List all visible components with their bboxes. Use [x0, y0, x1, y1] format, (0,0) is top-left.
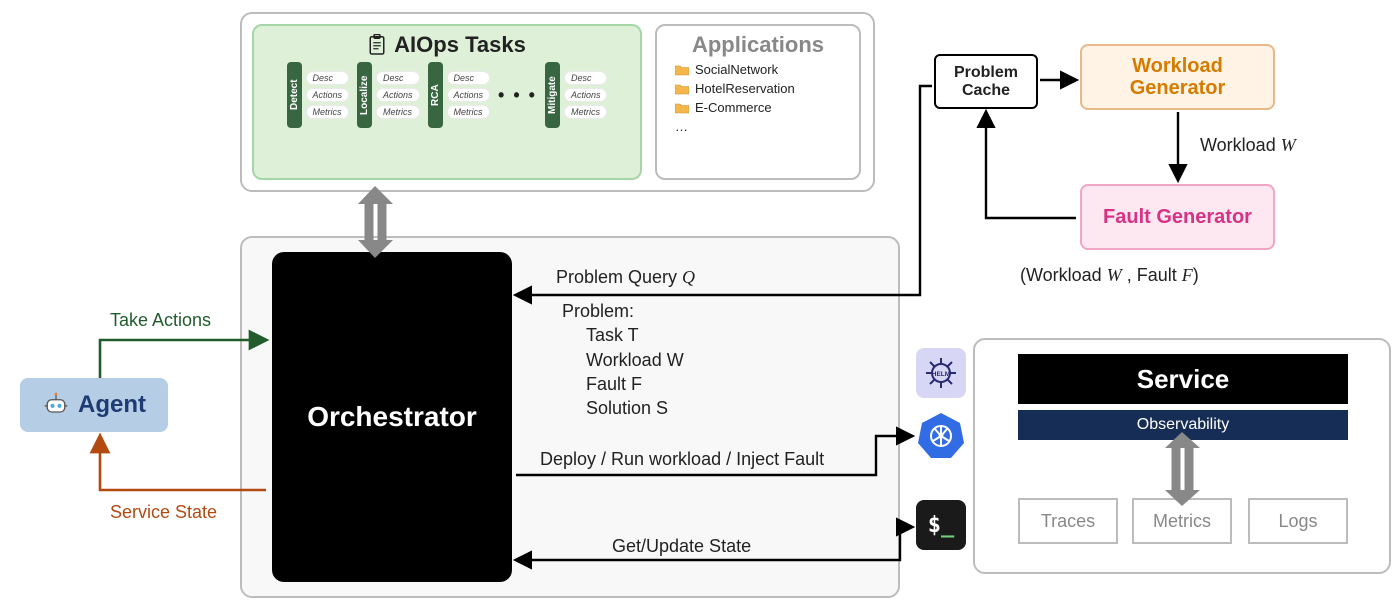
app-socialnetwork: SocialNetwork	[675, 62, 849, 77]
observability-label: Observability	[1137, 416, 1229, 434]
traces-label: Traces	[1041, 511, 1095, 532]
task-rca-label: RCA	[428, 62, 443, 128]
pill-actions: Actions	[376, 88, 420, 102]
aiops-task-row: Detect Desc Actions Metrics Localize Des…	[264, 62, 630, 128]
service-state-label: Service State	[110, 502, 217, 523]
problem-fault: Fault F	[586, 372, 684, 396]
wf-pair-label: (Workload W , Fault F)	[1020, 265, 1199, 286]
pill-actions: Actions	[564, 88, 608, 102]
traces-box: Traces	[1018, 498, 1118, 544]
fault-generator-box: Fault Generator	[1080, 184, 1275, 250]
problem-solution: Solution S	[586, 396, 684, 420]
problem-cache-box: Problem Cache	[934, 54, 1038, 109]
observability-box: Observability	[1018, 410, 1348, 440]
task-localize: Localize Desc Actions Metrics	[357, 62, 420, 128]
task-mitigate: Mitigate Desc Actions Metrics	[545, 62, 608, 128]
workload-generator-label: Workload Generator	[1082, 55, 1273, 99]
folder-icon	[675, 83, 689, 95]
app-ecommerce: E-Commerce	[675, 100, 849, 115]
service-label: Service	[1137, 364, 1230, 395]
task-mitigate-label: Mitigate	[545, 62, 560, 128]
workload-w-label: Workload W	[1200, 135, 1296, 156]
pill-metrics: Metrics	[376, 105, 420, 119]
workload-generator-box: Workload Generator	[1080, 44, 1275, 110]
problem-task: Task T	[586, 323, 684, 347]
deploy-label: Deploy / Run workload / Inject Fault	[540, 449, 824, 470]
helm-icon: HELM	[916, 348, 966, 398]
helm-text: HELM	[932, 371, 950, 378]
folder-icon	[675, 102, 689, 114]
clipboard-icon	[368, 34, 386, 56]
pill-desc: Desc	[447, 71, 491, 85]
fault-generator-label: Fault Generator	[1103, 206, 1252, 228]
applications-title: Applications	[667, 32, 849, 58]
agent-box: Agent	[20, 378, 168, 432]
logs-label: Logs	[1278, 511, 1317, 532]
pill-desc: Desc	[376, 71, 420, 85]
task-localize-label: Localize	[357, 62, 372, 128]
orchestrator-label: Orchestrator	[307, 401, 477, 433]
applications-box: Applications SocialNetwork HotelReservat…	[655, 24, 861, 180]
take-actions-label: Take Actions	[110, 310, 211, 331]
aiops-title: AIOps Tasks	[264, 32, 630, 58]
pill-desc: Desc	[306, 71, 350, 85]
problem-query-label: Problem Query Q	[556, 267, 695, 288]
task-detect: Detect Desc Actions Metrics	[287, 62, 350, 128]
orchestrator-box: Orchestrator	[272, 252, 512, 582]
pill-metrics: Metrics	[306, 105, 350, 119]
pill-metrics: Metrics	[564, 105, 608, 119]
aiops-tasks-box: AIOps Tasks Detect Desc Actions Metrics …	[252, 24, 642, 180]
metrics-box: Metrics	[1132, 498, 1232, 544]
app-more: …	[675, 119, 849, 134]
problem-description: Problem: Task T Workload W Fault F Solut…	[562, 299, 684, 420]
app-hotelreservation: HotelReservation	[675, 81, 849, 96]
problem-heading: Problem:	[562, 299, 684, 323]
logs-box: Logs	[1248, 498, 1348, 544]
get-state-label: Get/Update State	[612, 536, 751, 557]
robot-icon	[42, 391, 70, 419]
metrics-label: Metrics	[1153, 511, 1211, 532]
ellipsis: • • •	[498, 85, 537, 106]
app-label: SocialNetwork	[695, 62, 778, 77]
aiops-title-text: AIOps Tasks	[394, 32, 526, 58]
pill-metrics: Metrics	[447, 105, 491, 119]
agent-label: Agent	[78, 391, 146, 419]
pill-actions: Actions	[306, 88, 350, 102]
app-label: E-Commerce	[695, 100, 772, 115]
app-label: HotelReservation	[695, 81, 795, 96]
kubernetes-icon	[916, 410, 966, 460]
shell-icon: $_	[916, 500, 966, 550]
problem-workload: Workload W	[586, 348, 684, 372]
pill-desc: Desc	[564, 71, 608, 85]
task-detect-label: Detect	[287, 62, 302, 128]
problem-cache-label: Problem Cache	[936, 64, 1036, 99]
task-rca: RCA Desc Actions Metrics	[428, 62, 491, 128]
folder-icon	[675, 64, 689, 76]
pill-actions: Actions	[447, 88, 491, 102]
service-box: Service	[1018, 354, 1348, 404]
